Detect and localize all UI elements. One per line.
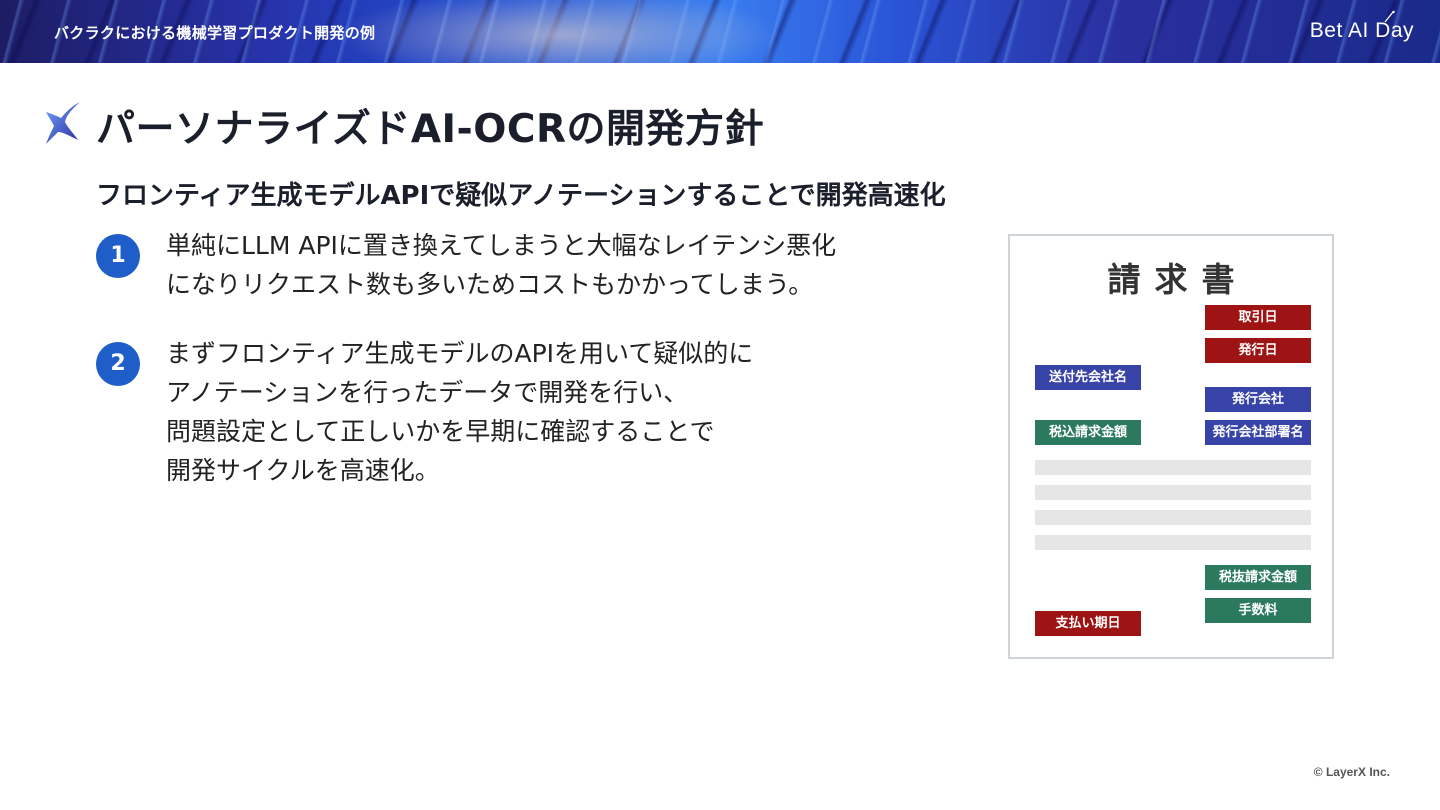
header-title: バクラクにおける機械学習プロダクト開発の例: [54, 24, 376, 42]
header-glow: [300, 0, 820, 63]
point-line: まずフロンティア生成モデルのAPIを用いて疑似的に: [166, 339, 754, 368]
point-line: 単純にLLM APIに置き換えてしまうと大幅なレイテンシ悪化: [166, 231, 837, 260]
tag-total-incl-tax: 税込請求金額: [1035, 420, 1141, 445]
point-line: アノテーションを行ったデータで開発を行い、: [166, 378, 689, 407]
line-item-placeholder: [1035, 485, 1311, 500]
tag-fee: 手数料: [1205, 598, 1311, 623]
tag-recipient: 送付先会社名: [1035, 365, 1141, 390]
line-item-placeholder: [1035, 460, 1311, 475]
brand-logo: Bet AI Day: [1309, 19, 1414, 42]
header-banner: バクラクにおける機械学習プロダクト開発の例 Bet AI Day: [0, 0, 1440, 63]
tag-issue-date: 発行日: [1205, 338, 1311, 363]
tag-issuer: 発行会社: [1205, 387, 1311, 412]
point-line: になりリクエスト数も多いためコストもかかってしまう。: [166, 270, 814, 299]
slide-subtitle: フロンティア生成モデルAPIで疑似アノテーションすることで開発高速化: [96, 181, 946, 211]
copyright: © LayerX Inc.: [1313, 765, 1390, 779]
invoice-illustration: 請求書 取引日 発行日 送付先会社名 発行会社 税込請求金額 発行会社部署名 税…: [1008, 234, 1334, 659]
slide-title: パーソナライズドAI-OCRの開発方針: [96, 107, 765, 152]
number-badge: 1: [96, 234, 140, 278]
point-line: 問題設定として正しいかを早期に確認することで: [166, 417, 715, 446]
invoice-title: 請求書: [1107, 260, 1249, 299]
point-text: まずフロンティア生成モデルのAPIを用いて疑似的に アノテーションを行ったデータ…: [166, 334, 753, 490]
tag-due-date: 支払い期日: [1035, 611, 1141, 636]
line-item-placeholder: [1035, 510, 1311, 525]
tag-total-excl-tax: 税抜請求金額: [1205, 565, 1311, 590]
point-line: 開発サイクルを高速化。: [166, 456, 440, 485]
tag-trade-date: 取引日: [1205, 305, 1311, 330]
star-icon: [46, 102, 80, 144]
number-badge: 2: [96, 342, 140, 386]
tag-issuer-dept: 発行会社部署名: [1205, 420, 1311, 445]
line-item-placeholder: [1035, 535, 1311, 550]
point-text: 単純にLLM APIに置き換えてしまうと大幅なレイテンシ悪化 になりリクエスト数…: [166, 226, 836, 304]
